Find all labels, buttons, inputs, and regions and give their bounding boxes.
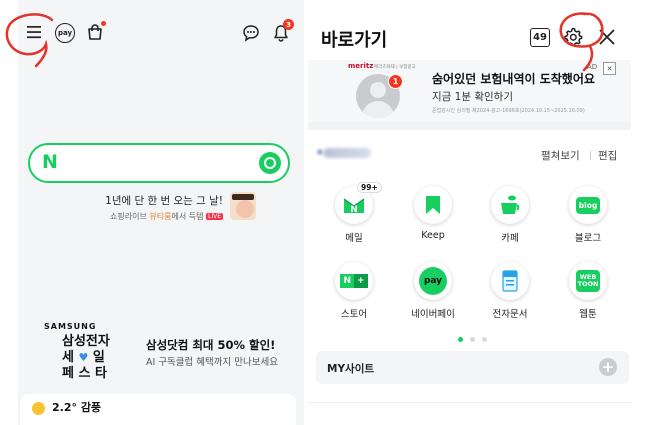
promo-sub-highlight: 뷰티룸 bbox=[149, 212, 172, 221]
webtoon-icon: WEB TOON bbox=[569, 262, 607, 300]
service-label: 전자문서 bbox=[492, 309, 528, 320]
insurance-ad-banner[interactable]: meritz 메리츠화재 | 보험광고 1 AD ✕ 숨어있던 보험내역이 도착… bbox=[308, 60, 631, 122]
close-icon bbox=[599, 29, 615, 45]
promo-product-image[interactable] bbox=[230, 192, 256, 220]
page-dot[interactable] bbox=[470, 337, 475, 342]
tab-count-button[interactable]: 49 bbox=[530, 28, 550, 47]
panel-title: 바로가기 bbox=[321, 30, 388, 51]
pay-badge: pay bbox=[419, 267, 447, 295]
notification-button[interactable]: 3 bbox=[270, 19, 294, 44]
service-label: 스토어 bbox=[340, 309, 368, 320]
mail-icon: N 99+ bbox=[335, 182, 382, 224]
service-label: 메일 bbox=[345, 233, 363, 244]
mail-count-badge: 99+ bbox=[357, 182, 382, 193]
new-dot bbox=[101, 21, 106, 26]
page-dot[interactable] bbox=[482, 337, 487, 342]
festa-line2-a: 세 bbox=[62, 350, 74, 365]
edit-button[interactable]: 편집 bbox=[598, 148, 617, 163]
festa-line3: 페 스 타 bbox=[62, 366, 107, 381]
heart-icon: ♥ bbox=[78, 351, 89, 364]
search-bar[interactable]: N bbox=[28, 143, 290, 183]
shortcut-panel: 바로가기 49 meritz 메리츠화재 | 보험광고 1 AD ✕ 숨어있던 … bbox=[308, 0, 631, 425]
pay-icon: pay bbox=[55, 23, 75, 43]
service-mail[interactable]: N 99+ 메일 bbox=[324, 182, 384, 244]
keep-icon bbox=[414, 186, 452, 224]
pay-button[interactable]: pay bbox=[54, 23, 76, 43]
service-label: Keep bbox=[421, 230, 445, 241]
blog-icon: blog bbox=[569, 186, 607, 224]
naver-home-panel: pay 3 N 1년에 단 한 번 오는 그 날! 쇼핑라이브 뷰티룸에서 득템… bbox=[18, 0, 304, 425]
festa-line2-b: 일 bbox=[92, 350, 105, 365]
separator bbox=[590, 151, 591, 160]
live-badge: LIVE bbox=[205, 213, 223, 220]
service-keep[interactable]: Keep bbox=[403, 186, 463, 241]
naver-logo: N bbox=[42, 151, 58, 173]
avatar-badge: 1 bbox=[388, 74, 403, 89]
my-site-bar[interactable]: MY사이트 + bbox=[316, 351, 629, 384]
webtoon-badge: WEB TOON bbox=[576, 270, 600, 292]
promo-subtitle: 쇼핑라이브 뷰티룸에서 득템 LIVE bbox=[78, 211, 223, 222]
unfold-button[interactable]: 펼쳐보기 bbox=[541, 148, 580, 163]
menu-icon bbox=[27, 26, 41, 39]
ad-close-button[interactable]: ✕ bbox=[603, 62, 616, 75]
talk-button[interactable] bbox=[240, 23, 262, 43]
ad-cta: 지금 1분 확인하기 bbox=[432, 91, 513, 103]
shopping-live-promo[interactable]: 1년에 단 한 번 오는 그 날! 쇼핑라이브 뷰티룸에서 득템 LIVE bbox=[78, 193, 223, 222]
section-divider bbox=[308, 122, 631, 130]
sale-festa-logo[interactable]: 삼성전자 세 ♥ 일 페 스 타 bbox=[62, 334, 110, 382]
blog-badge: blog bbox=[575, 196, 601, 214]
page-indicator bbox=[458, 327, 494, 346]
store-badge: N + bbox=[340, 274, 368, 288]
service-edoc[interactable]: 전자문서 bbox=[480, 262, 540, 320]
festa-line2: 세 ♥ 일 bbox=[62, 350, 110, 366]
search-button[interactable] bbox=[259, 152, 281, 174]
close-button[interactable] bbox=[597, 27, 617, 47]
naverpay-icon: pay bbox=[414, 262, 452, 300]
samsung-logo: SAMSUNG bbox=[44, 322, 97, 331]
service-label: 웹툰 bbox=[579, 309, 597, 320]
service-cafe[interactable]: 카페 bbox=[480, 186, 540, 244]
search-icon bbox=[264, 157, 276, 169]
gear-icon bbox=[564, 27, 583, 47]
page-dot[interactable] bbox=[458, 337, 463, 342]
service-webtoon[interactable]: WEB TOON 웹툰 bbox=[558, 262, 618, 320]
ad-fine-print: 준법감시인 심의필 제2024-광고-1696호(2024.10.15~2025… bbox=[432, 108, 585, 114]
svg-text:N: N bbox=[350, 205, 358, 215]
sun-icon bbox=[32, 402, 45, 415]
service-store[interactable]: N + 스토어 bbox=[324, 262, 384, 320]
weather-card[interactable]: 2.2° 감풍 bbox=[20, 394, 296, 425]
festa-line1: 삼성전자 bbox=[62, 334, 110, 349]
promo-title: 1년에 단 한 번 오는 그 날! bbox=[105, 195, 223, 207]
samsung-ad-subtitle: AI 구독클럽 혜택까지 만나보세요 bbox=[146, 357, 278, 368]
samsung-ad-title[interactable]: 삼성닷컴 최대 50% 할인! bbox=[146, 337, 275, 353]
chat-icon bbox=[243, 25, 259, 42]
add-site-button[interactable]: + bbox=[599, 358, 617, 376]
service-label: 네이버페이 bbox=[411, 309, 455, 320]
notification-count-badge: 3 bbox=[283, 19, 294, 30]
blurred-account-label bbox=[323, 148, 371, 158]
service-label: 카페 bbox=[501, 233, 519, 244]
cafe-icon bbox=[491, 186, 529, 224]
temperature: 2.2° 감풍 bbox=[52, 401, 102, 414]
ad-headline: 숨어있던 보험내역이 도착했어요 bbox=[432, 72, 595, 86]
service-blog[interactable]: blog 블로그 bbox=[558, 186, 618, 244]
plus-icon: + bbox=[601, 357, 615, 376]
meritz-sub: 메리츠화재 | 보험광고 bbox=[374, 65, 416, 70]
service-naverpay[interactable]: pay 네이버페이 bbox=[403, 262, 463, 320]
bottom-divider bbox=[308, 402, 631, 403]
pay-icon-label: pay bbox=[57, 29, 73, 37]
promo-sub-prefix: 쇼핑라이브 bbox=[110, 212, 150, 221]
home-header: pay 3 bbox=[18, 0, 304, 66]
meritz-logo: meritz bbox=[348, 62, 374, 70]
my-site-label: MY사이트 bbox=[327, 363, 375, 375]
settings-button[interactable] bbox=[562, 26, 584, 48]
service-label: 블로그 bbox=[574, 233, 602, 244]
menu-button[interactable] bbox=[24, 23, 44, 41]
edoc-icon bbox=[491, 262, 529, 300]
store-icon: N + bbox=[335, 262, 373, 300]
shopping-button[interactable] bbox=[84, 21, 106, 43]
promo-sub-suffix: 에서 득템 bbox=[171, 212, 206, 221]
